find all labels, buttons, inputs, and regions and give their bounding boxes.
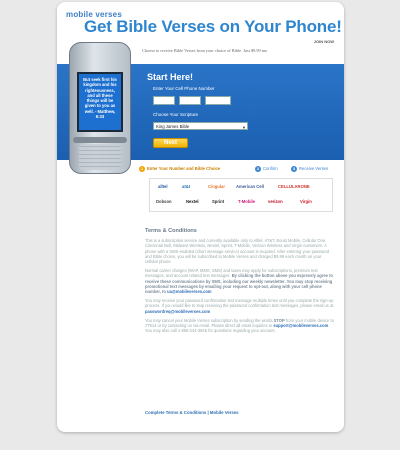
carrier-logo: Cingular bbox=[208, 184, 225, 189]
phone-illustration: But seek first his kingdom and his right… bbox=[69, 42, 131, 174]
carrier-logo: T-Mobile bbox=[238, 199, 255, 204]
terms-paragraph: You may receive your password confirmati… bbox=[145, 298, 334, 314]
terms-paragraph: Normal carrier charges (WAP, MMS, SMS) a… bbox=[145, 268, 333, 295]
area-code-input[interactable] bbox=[153, 96, 175, 105]
complete-terms-link[interactable]: Complete Terms & Conditions bbox=[145, 410, 206, 415]
scripture-selected: King James Bible bbox=[156, 124, 190, 129]
carrier-logo: verizon bbox=[268, 199, 283, 204]
carrier-logo: Sprint bbox=[212, 199, 225, 204]
carrier-logo: CELLULARONE bbox=[278, 184, 310, 189]
footer-links: Complete Terms & Conditions | Mobile Ver… bbox=[145, 410, 239, 415]
password-email-link[interactable]: passwordreq@mobileverses.com bbox=[145, 309, 210, 314]
tagline: Choose to receive Bible Verses from your… bbox=[142, 48, 268, 53]
terms-paragraph: You may cancel your Mobile Verses subscr… bbox=[145, 317, 334, 334]
carrier-logo: Nextel bbox=[186, 199, 199, 204]
phone-prefix-input[interactable] bbox=[179, 96, 201, 105]
phone-line-input[interactable] bbox=[205, 96, 231, 105]
page-card: mobile verses Get Bible Verses on Your P… bbox=[57, 2, 344, 432]
scripture-select[interactable]: King James Bible ▼ bbox=[153, 122, 248, 130]
carrier-logos: alltel at&t Cingular American Cell CELLU… bbox=[149, 178, 333, 212]
step-3: 3 Receive Verses bbox=[291, 166, 329, 172]
mobile-verses-link[interactable]: Mobile Verses bbox=[210, 410, 239, 415]
next-button[interactable]: Next bbox=[153, 138, 188, 148]
carrier-logo: Virgin bbox=[300, 199, 312, 204]
join-now-link[interactable]: JOIN NOW bbox=[314, 39, 334, 44]
terms-section: Terms & Conditions This is a subscriptio… bbox=[145, 228, 335, 337]
step-1: 1 Enter Your Number and Bible Choice bbox=[139, 166, 221, 172]
form-title: Start Here! bbox=[147, 72, 194, 82]
carrier-logo: Dobson bbox=[156, 199, 172, 204]
phone-number-label: Enter Your Cell Phone Number bbox=[153, 86, 215, 91]
carrier-logo: alltel bbox=[158, 184, 168, 189]
phone-keypad bbox=[79, 144, 121, 170]
scripture-label: Choose Your Scripture bbox=[153, 112, 199, 117]
chevron-down-icon: ▼ bbox=[242, 125, 246, 130]
phone-screen-verse: But seek first his kingdom and his right… bbox=[77, 72, 123, 132]
terms-paragraph: This is a subscription service and curre… bbox=[145, 238, 330, 265]
optout-email-link[interactable]: ua@mobileverses.com bbox=[167, 289, 212, 294]
carrier-logo: at&t bbox=[182, 184, 191, 189]
terms-title: Terms & Conditions bbox=[145, 228, 197, 234]
step-2: 2 Confirm bbox=[255, 166, 278, 172]
support-email-link[interactable]: support@mobileverses.com bbox=[273, 323, 328, 328]
carrier-logo: American Cell bbox=[236, 184, 264, 189]
page-title: Get Bible Verses on Your Phone! bbox=[84, 17, 342, 36]
